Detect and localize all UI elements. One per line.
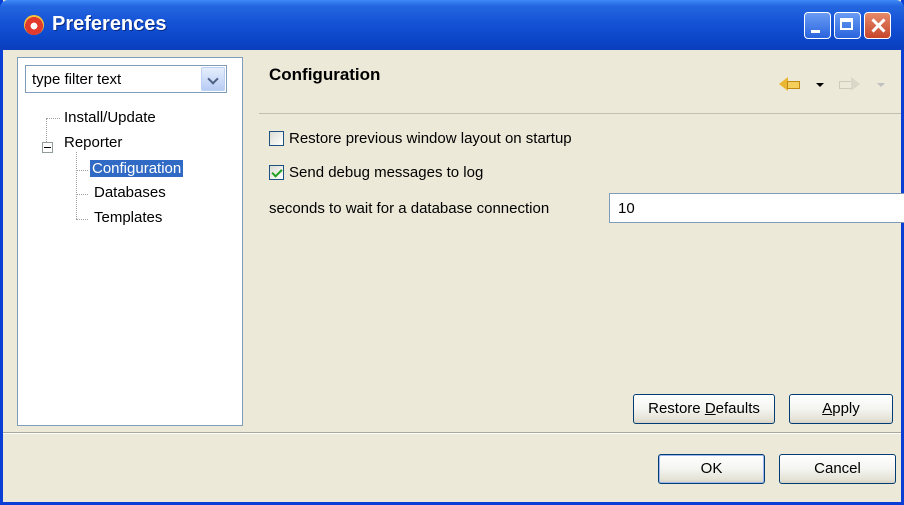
tree-connector xyxy=(76,152,77,219)
window-title: Preferences xyxy=(52,13,167,35)
debug-log-label[interactable]: Send debug messages to log xyxy=(289,164,483,181)
dialog-separator xyxy=(3,432,901,434)
db-wait-label: seconds to wait for a database connectio… xyxy=(269,200,550,217)
ok-button[interactable]: OK xyxy=(658,454,765,484)
filter-input[interactable]: type filter text xyxy=(32,71,121,88)
apply-label: pply xyxy=(832,400,860,417)
restore-defaults-button[interactable]: Restore Defaults xyxy=(633,394,775,424)
configuration-page: Configuration Restore previous window la… xyxy=(259,57,904,430)
restore-layout-option[interactable]: Restore previous window layout on startu… xyxy=(269,127,572,149)
filter-combo[interactable]: type filter text xyxy=(25,65,227,93)
minimize-button[interactable] xyxy=(804,12,831,39)
close-button[interactable] xyxy=(864,12,891,39)
app-icon xyxy=(24,15,44,35)
cancel-button[interactable]: Cancel xyxy=(779,454,896,484)
restore-layout-label[interactable]: Restore previous window layout on startu… xyxy=(289,130,572,147)
tree-item-databases[interactable]: Databases xyxy=(94,184,166,201)
apply-mnemonic: A xyxy=(822,400,833,417)
tree-connector xyxy=(46,118,47,142)
title-bar[interactable]: Preferences xyxy=(0,0,904,50)
page-title: Configuration xyxy=(269,65,381,84)
preferences-window: Preferences type filter text Install/Upd… xyxy=(0,0,904,505)
back-history-dropdown-icon[interactable] xyxy=(816,83,824,87)
collapse-icon[interactable] xyxy=(42,142,53,153)
maximize-button[interactable] xyxy=(834,12,861,39)
restore-defaults-mnemonic: D xyxy=(704,400,716,417)
tree-connector xyxy=(76,170,88,171)
tree-connector xyxy=(76,194,88,195)
tree-item-reporter[interactable]: Reporter xyxy=(64,134,122,151)
db-wait-row: seconds to wait for a database connectio… xyxy=(269,193,904,223)
debug-log-option[interactable]: Send debug messages to log xyxy=(269,161,483,183)
forward-history-dropdown-icon xyxy=(877,83,885,87)
restore-defaults-label-post: efaults xyxy=(715,400,760,417)
apply-button[interactable]: Apply xyxy=(789,394,893,424)
chevron-down-icon[interactable] xyxy=(201,67,225,91)
debug-log-checkbox[interactable] xyxy=(269,164,284,180)
restore-layout-checkbox[interactable] xyxy=(269,130,284,146)
tree-item-configuration[interactable]: Configuration xyxy=(88,159,185,178)
tree-connector xyxy=(46,118,60,119)
page-header: Configuration xyxy=(259,57,901,114)
forward-arrow-icon xyxy=(839,75,861,93)
tree-item-templates[interactable]: Templates xyxy=(94,209,162,226)
back-arrow-icon[interactable] xyxy=(779,75,801,93)
db-wait-input[interactable] xyxy=(609,193,904,223)
preference-tree-panel: type filter text Install/Update Reporter… xyxy=(17,57,243,426)
restore-defaults-label-pre: Restore xyxy=(648,400,705,417)
tree-connector xyxy=(76,219,88,220)
tree-item-install-update[interactable]: Install/Update xyxy=(64,109,156,126)
